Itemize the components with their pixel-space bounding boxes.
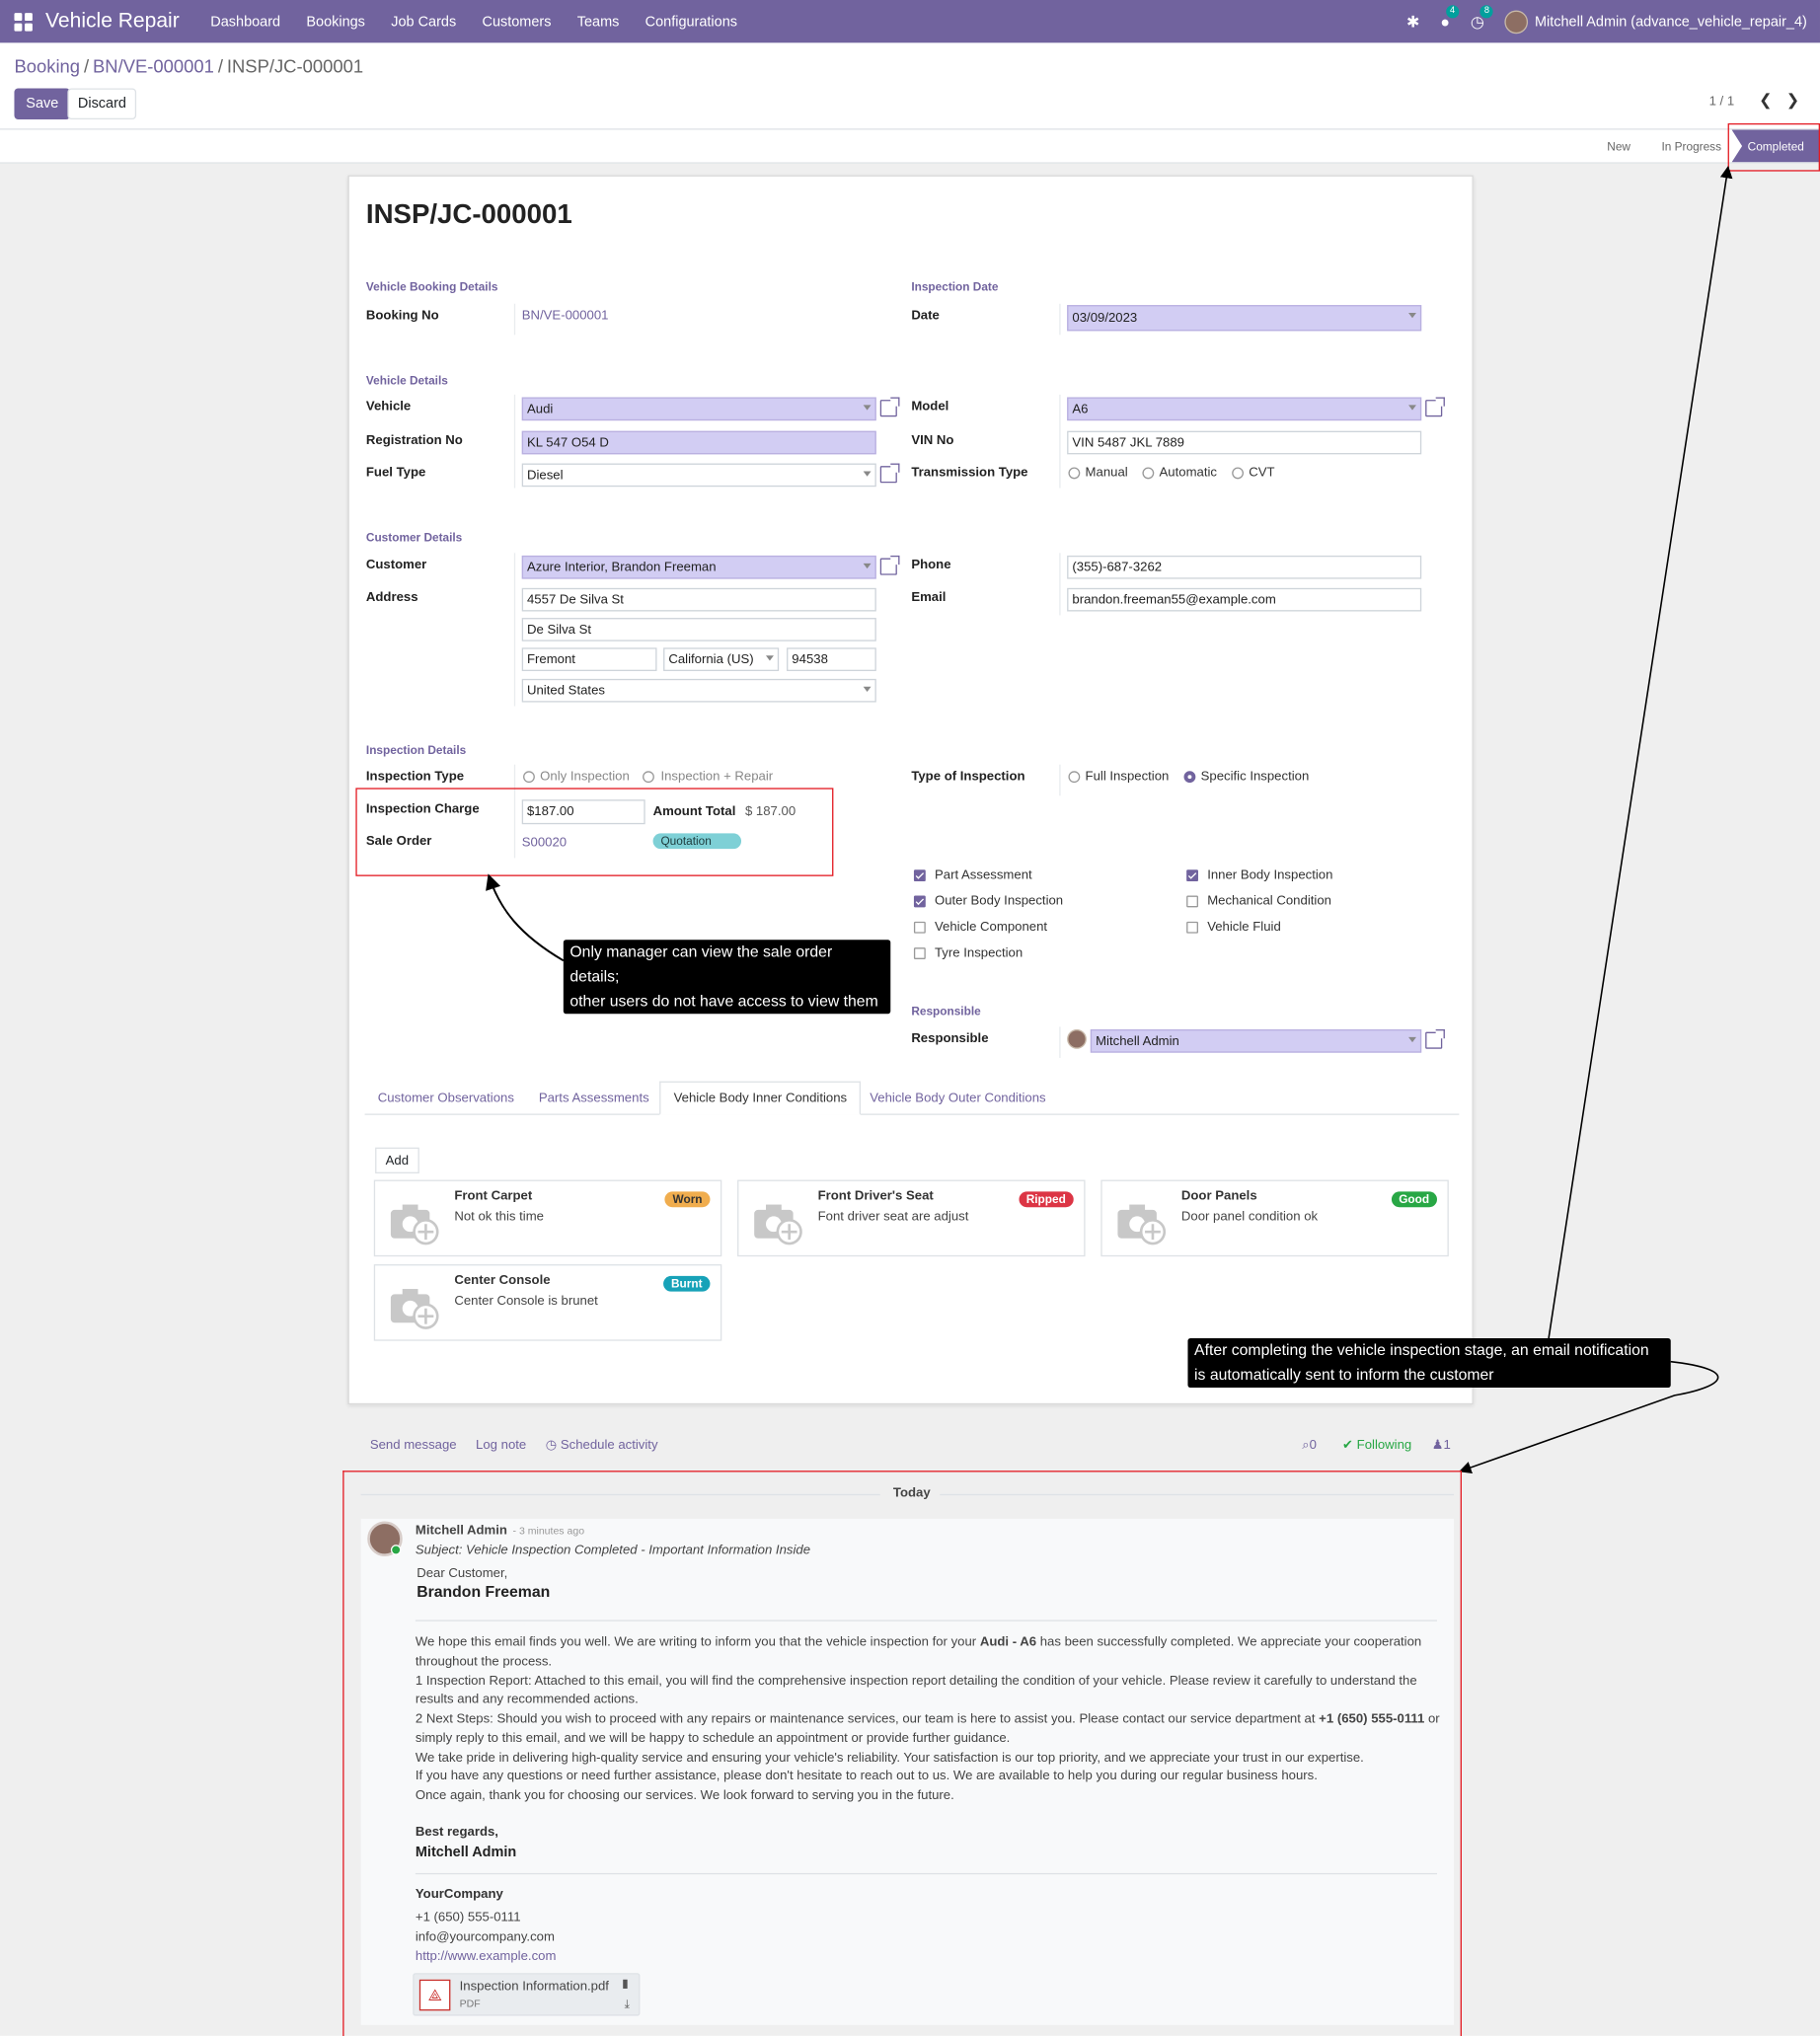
user-icon: ♟ xyxy=(1431,1438,1444,1453)
paperclip-icon: ⌕ xyxy=(1302,1438,1310,1453)
check-icon: ✔ xyxy=(1341,1438,1354,1453)
highlight-message-box xyxy=(342,1470,1462,2036)
send-message-button[interactable]: Send message xyxy=(370,1438,457,1452)
chatter-actions: Send message Log note ◷ Schedule activit… xyxy=(370,1438,658,1452)
clock-icon: ◷ xyxy=(545,1438,558,1453)
log-note-button[interactable]: Log note xyxy=(476,1438,526,1452)
schedule-activity-button[interactable]: Schedule activity xyxy=(561,1438,658,1452)
followers-counter[interactable]: ♟1 xyxy=(1432,1438,1451,1452)
screen-root: Vehicle Repair Dashboard Bookings Job Ca… xyxy=(0,0,1820,2036)
following-button[interactable]: ✔ Following xyxy=(1342,1438,1411,1452)
attachments-counter[interactable]: ⌕0 xyxy=(1302,1438,1317,1452)
